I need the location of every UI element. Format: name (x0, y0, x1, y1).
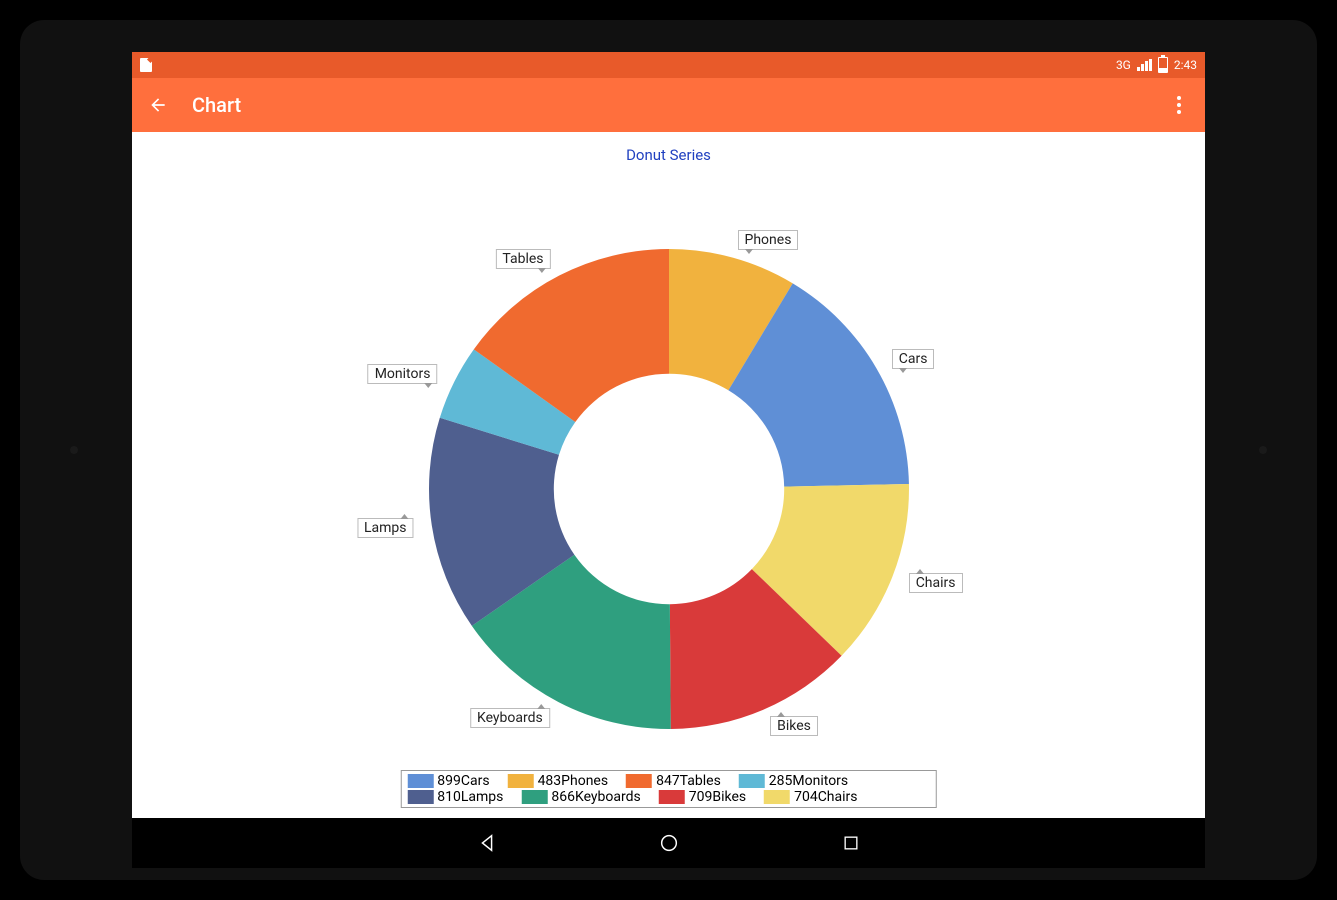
network-type-label: 3G (1116, 58, 1131, 72)
legend-label: 810Lamps (437, 789, 503, 805)
status-bar: 3G 2:43 (132, 52, 1205, 78)
legend-swatch (407, 790, 433, 804)
more-menu-button[interactable] (1169, 95, 1189, 115)
legend-label: 709Bikes (689, 789, 746, 805)
slice-label-cars: Cars (892, 349, 935, 369)
page-title: Chart (192, 93, 241, 117)
slice-label-keyboards: Keyboards (470, 708, 550, 728)
nav-recent-button[interactable] (840, 832, 862, 854)
legend-swatch (659, 790, 685, 804)
signal-icon (1137, 59, 1152, 71)
slice-label-monitors: Monitors (368, 364, 438, 384)
legend-swatch (626, 774, 652, 788)
slice-label-chairs: Chairs (909, 573, 963, 593)
legend-swatch (407, 774, 433, 788)
app-bar: Chart (132, 78, 1205, 132)
legend-label: 899Cars (437, 773, 489, 789)
chart-title: Donut Series (626, 146, 711, 164)
legend-swatch (739, 774, 765, 788)
slice-label-tables: Tables (495, 249, 550, 269)
clock-label: 2:43 (1174, 58, 1197, 72)
legend-item[interactable]: 899Cars (407, 773, 489, 789)
legend: 899Cars 483Phones 847Tables 285Monitors 810L… (400, 770, 937, 808)
legend-item[interactable]: 709Bikes (659, 789, 746, 805)
slice-label-phones: Phones (738, 230, 799, 250)
nav-home-button[interactable] (658, 832, 680, 854)
legend-swatch (508, 774, 534, 788)
legend-item[interactable]: 810Lamps (407, 789, 503, 805)
battery-icon (1158, 57, 1168, 73)
legend-item[interactable]: 866Keyboards (521, 789, 640, 805)
camera-right (1259, 446, 1267, 454)
tablet-frame: 3G 2:43 Chart Donut Series Phones Cars Cha… (0, 0, 1337, 900)
screen: 3G 2:43 Chart Donut Series Phones Cars Cha… (132, 52, 1205, 818)
legend-label: 285Monitors (769, 773, 848, 789)
legend-label: 866Keyboards (551, 789, 640, 805)
slice-label-bikes: Bikes (770, 716, 818, 736)
legend-item[interactable]: 847Tables (626, 773, 721, 789)
sdcard-icon (140, 58, 152, 72)
legend-label: 704Chairs (794, 789, 857, 805)
legend-label: 483Phones (538, 773, 609, 789)
nav-back-button[interactable] (476, 832, 498, 854)
back-button[interactable] (148, 95, 168, 115)
donut-chart: PhonesCarsChairsBikesKeyboardsLampsMonit… (419, 239, 919, 739)
legend-item[interactable]: 483Phones (508, 773, 609, 789)
legend-item[interactable]: 285Monitors (739, 773, 848, 789)
legend-swatch (521, 790, 547, 804)
legend-item[interactable]: 704Chairs (764, 789, 857, 805)
slice-label-lamps: Lamps (357, 518, 414, 538)
android-nav-bar (132, 818, 1205, 868)
legend-swatch (764, 790, 790, 804)
camera-left (70, 446, 78, 454)
legend-label: 847Tables (656, 773, 721, 789)
chart-area: Donut Series Phones Cars Chairs Bikes Keyboa… (132, 132, 1205, 818)
